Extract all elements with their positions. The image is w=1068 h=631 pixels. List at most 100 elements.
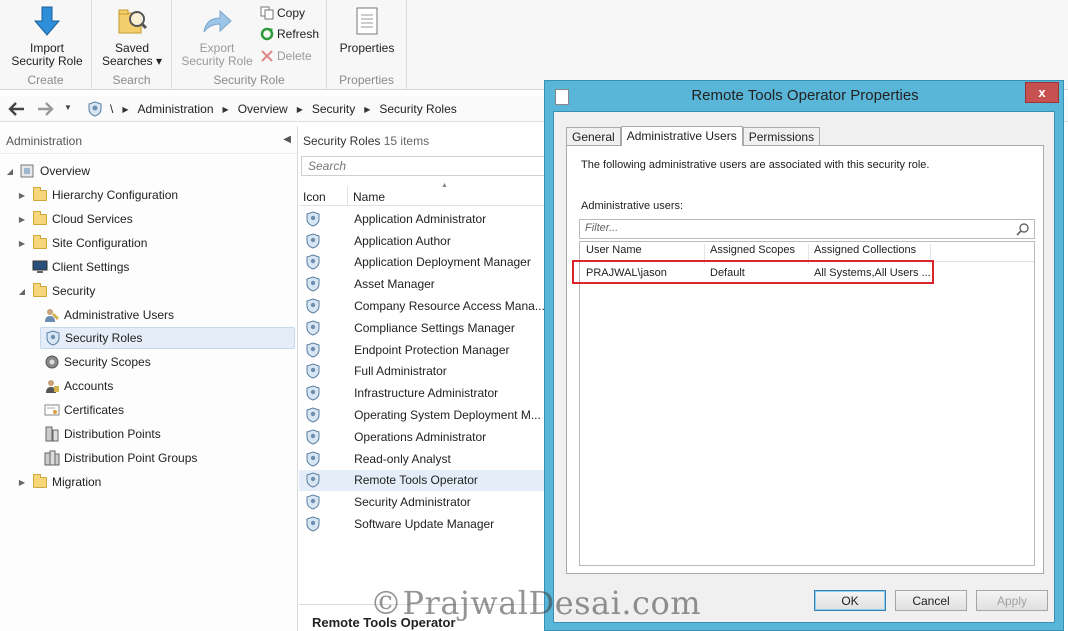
- expand-icon[interactable]: ▶: [16, 478, 28, 487]
- forward-icon[interactable]: [36, 101, 54, 117]
- list-item[interactable]: Security Administrator: [299, 491, 549, 513]
- column-header-name[interactable]: Name: [353, 190, 385, 204]
- list-item[interactable]: Endpoint Protection Manager: [299, 339, 549, 361]
- breadcrumb-security[interactable]: Security: [312, 102, 355, 116]
- properties-icon: [350, 4, 384, 38]
- security-role-icon: [299, 276, 326, 292]
- column-header-user-name[interactable]: User Name: [586, 244, 642, 256]
- tree-item-security[interactable]: ◢ Security: [16, 280, 95, 302]
- group-caption-search: Search: [112, 73, 151, 87]
- tree-item-migration[interactable]: ▶ Migration: [16, 471, 101, 493]
- dialog-body: General Administrative Users Permissions…: [553, 111, 1055, 623]
- saved-searches-button[interactable]: Saved Searches ▾: [98, 4, 166, 68]
- tree-item-cloud-services[interactable]: ▶ Cloud Services: [16, 208, 133, 230]
- collapse-icon[interactable]: ◢: [4, 167, 16, 176]
- breadcrumb-administration[interactable]: Administration: [138, 102, 214, 116]
- properties-button[interactable]: Properties: [333, 4, 401, 55]
- export-security-role-button[interactable]: Export Security Role: [178, 4, 256, 68]
- tree-item-site-configuration[interactable]: ▶ Site Configuration: [16, 232, 147, 254]
- list-column-headers: Icon ▲ Name: [299, 182, 549, 206]
- tree-item-certificates[interactable]: Certificates: [40, 399, 124, 421]
- refresh-button[interactable]: Refresh: [260, 25, 319, 43]
- tree-item-label: Site Configuration: [52, 236, 148, 250]
- list-item[interactable]: Read-only Analyst: [299, 448, 549, 470]
- refresh-label: Refresh: [277, 27, 320, 41]
- breadcrumb-security-roles[interactable]: Security Roles: [379, 102, 456, 116]
- copy-icon: [260, 6, 274, 20]
- expand-icon[interactable]: ▶: [16, 239, 28, 248]
- breadcrumb-overview[interactable]: Overview: [238, 102, 288, 116]
- ribbon-group-security-role: Export Security Role Copy Refresh Delete…: [172, 0, 327, 90]
- breadcrumb-separator-icon: ▶: [222, 104, 229, 114]
- import-security-role-button[interactable]: Import Security Role: [8, 4, 86, 68]
- delete-label: Delete: [277, 49, 312, 63]
- search-input[interactable]: Search: [301, 156, 547, 176]
- tree-item-label: Hierarchy Configuration: [52, 188, 179, 202]
- tree-item-label: Security Roles: [65, 331, 143, 345]
- tree-item-accounts[interactable]: Accounts: [40, 375, 113, 397]
- security-role-icon: [88, 101, 102, 117]
- collapse-icon[interactable]: ◢: [16, 287, 28, 296]
- tab-permissions[interactable]: Permissions: [742, 127, 821, 146]
- tree-item-distribution-points[interactable]: Distribution Points: [28, 423, 161, 445]
- tree-item-label: Distribution Point Groups: [64, 451, 198, 465]
- breadcrumb-root[interactable]: \: [110, 102, 113, 116]
- list-item[interactable]: Asset Manager: [299, 273, 549, 295]
- tree-item-security-scopes[interactable]: Security Scopes: [40, 351, 151, 373]
- accounts-icon: [44, 378, 60, 394]
- column-header-assigned-scopes[interactable]: Assigned Scopes: [710, 244, 795, 256]
- security-role-icon: [299, 320, 326, 336]
- security-role-icon: [299, 385, 326, 401]
- expand-icon[interactable]: ▶: [16, 215, 28, 224]
- list-item[interactable]: Infrastructure Administrator: [299, 382, 549, 404]
- tree-item-distribution-point-groups[interactable]: Distribution Point Groups: [28, 447, 197, 469]
- list-item[interactable]: Software Update Manager: [299, 513, 549, 535]
- list-item[interactable]: Remote Tools Operator: [299, 469, 549, 492]
- breadcrumb-separator-icon: ▶: [364, 104, 371, 114]
- list-item[interactable]: Compliance Settings Manager: [299, 317, 549, 339]
- list-item[interactable]: Application Deployment Manager: [299, 252, 549, 274]
- ok-button[interactable]: OK: [814, 590, 886, 611]
- role-name: Read-only Analyst: [354, 451, 451, 466]
- grid-column-headers: User Name Assigned Scopes Assigned Colle…: [580, 242, 1034, 264]
- tree-item-client-settings[interactable]: Client Settings: [16, 256, 129, 278]
- export-arrow-icon: [200, 4, 234, 38]
- column-header-assigned-collections[interactable]: Assigned Collections: [814, 244, 916, 256]
- tree-item-security-roles[interactable]: Security Roles: [40, 327, 295, 349]
- list-item[interactable]: Application Author: [299, 230, 549, 252]
- search-icon[interactable]: [1016, 222, 1030, 236]
- cancel-button[interactable]: Cancel: [895, 590, 967, 611]
- list-item[interactable]: Full Administrator: [299, 361, 549, 383]
- close-icon: x: [1038, 85, 1046, 100]
- breadcrumb: \ ▶ Administration ▶ Overview ▶ Security…: [110, 102, 457, 116]
- tree-item-overview[interactable]: ◢ Overview: [4, 160, 90, 182]
- group-caption-security-role: Security Role: [213, 73, 285, 87]
- apply-button[interactable]: Apply: [976, 590, 1048, 611]
- tab-administrative-users[interactable]: Administrative Users: [620, 126, 743, 146]
- import-arrow-icon: [30, 4, 64, 38]
- tab-general[interactable]: General: [566, 127, 621, 146]
- list-item[interactable]: Application Administrator: [299, 208, 549, 230]
- security-role-icon: [299, 363, 326, 379]
- list-item-count: 15 items: [383, 134, 430, 148]
- delete-button[interactable]: Delete: [260, 47, 312, 65]
- copy-button[interactable]: Copy: [260, 4, 305, 22]
- tree-item-hierarchy-configuration[interactable]: ▶ Hierarchy Configuration: [16, 184, 178, 206]
- security-role-icon: [45, 330, 61, 346]
- filter-input[interactable]: Filter...: [579, 219, 1035, 239]
- collapse-pane-icon[interactable]: ◀: [283, 134, 291, 145]
- security-roles-list-pane: Security Roles 15 items Search Icon ▲ Na…: [299, 126, 549, 631]
- column-header-icon[interactable]: Icon: [303, 190, 326, 204]
- overview-icon: [20, 163, 36, 179]
- delete-icon: [261, 50, 273, 62]
- security-role-icon: [299, 211, 326, 227]
- filter-placeholder: Filter...: [585, 222, 619, 234]
- close-button[interactable]: x: [1025, 82, 1059, 103]
- expand-icon[interactable]: ▶: [16, 191, 28, 200]
- history-dropdown-icon[interactable]: ▼: [64, 103, 72, 112]
- list-item[interactable]: Operating System Deployment M...: [299, 404, 549, 426]
- list-item[interactable]: Company Resource Access Mana...: [299, 295, 549, 317]
- tree-item-administrative-users[interactable]: Administrative Users: [28, 304, 174, 326]
- back-icon[interactable]: [8, 101, 26, 117]
- list-item[interactable]: Operations Administrator: [299, 426, 549, 448]
